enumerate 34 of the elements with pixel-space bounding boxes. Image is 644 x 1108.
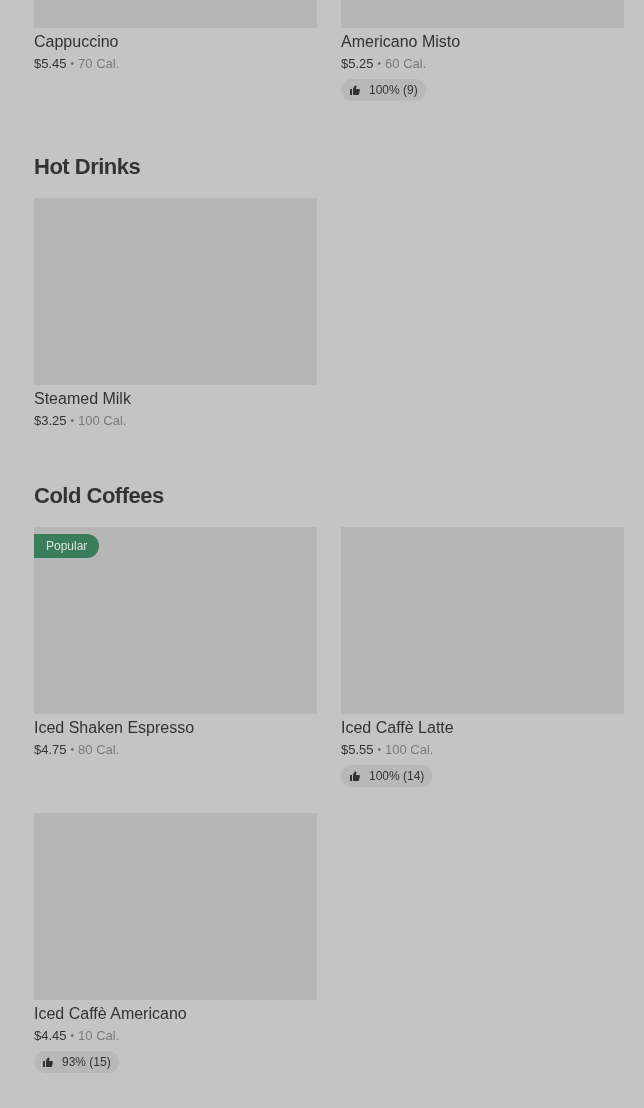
item-price: $5.25	[341, 55, 374, 73]
separator: •	[70, 414, 75, 428]
separator: •	[70, 1029, 75, 1043]
item-name[interactable]: Iced Caffè Americano	[34, 1004, 317, 1024]
rating-text: 100% (9)	[369, 82, 418, 99]
image-placeholder[interactable]: Popular	[34, 527, 317, 714]
separator: •	[70, 57, 75, 71]
item-price: $4.75	[34, 741, 67, 759]
separator: •	[377, 743, 382, 757]
rating-text: 93% (15)	[62, 1054, 111, 1071]
item-name[interactable]: Americano Misto	[341, 32, 624, 52]
item-calories: 70 Cal.	[78, 55, 120, 73]
item-calories: 80 Cal.	[78, 741, 120, 759]
item-name[interactable]: Steamed Milk	[34, 389, 317, 409]
thumbs-up-icon	[349, 770, 361, 782]
item-calories: 10 Cal.	[78, 1027, 120, 1045]
item-name[interactable]: Cappuccino	[34, 32, 317, 52]
popular-tag: Popular	[34, 534, 100, 558]
item-price: $5.55	[341, 741, 374, 759]
separator: •	[377, 57, 382, 71]
item-calories: 100 Cal.	[385, 741, 434, 759]
section-heading: Hot Drinks	[34, 153, 142, 181]
item-price: $3.25	[34, 412, 67, 430]
item-name[interactable]: Iced Shaken Espresso	[34, 718, 317, 738]
item-calories: 60 Cal.	[385, 55, 427, 73]
item-calories: 100 Cal.	[78, 412, 127, 430]
item-price: $5.45	[34, 55, 67, 73]
item-name[interactable]: Iced Caffè Latte	[341, 718, 624, 738]
separator: •	[70, 743, 75, 757]
section-heading: Cold Coffees	[34, 482, 165, 510]
item-price: $4.45	[34, 1027, 67, 1045]
rating-text: 100% (14)	[369, 768, 425, 785]
thumbs-up-icon	[42, 1056, 54, 1068]
thumbs-up-icon	[349, 84, 361, 96]
